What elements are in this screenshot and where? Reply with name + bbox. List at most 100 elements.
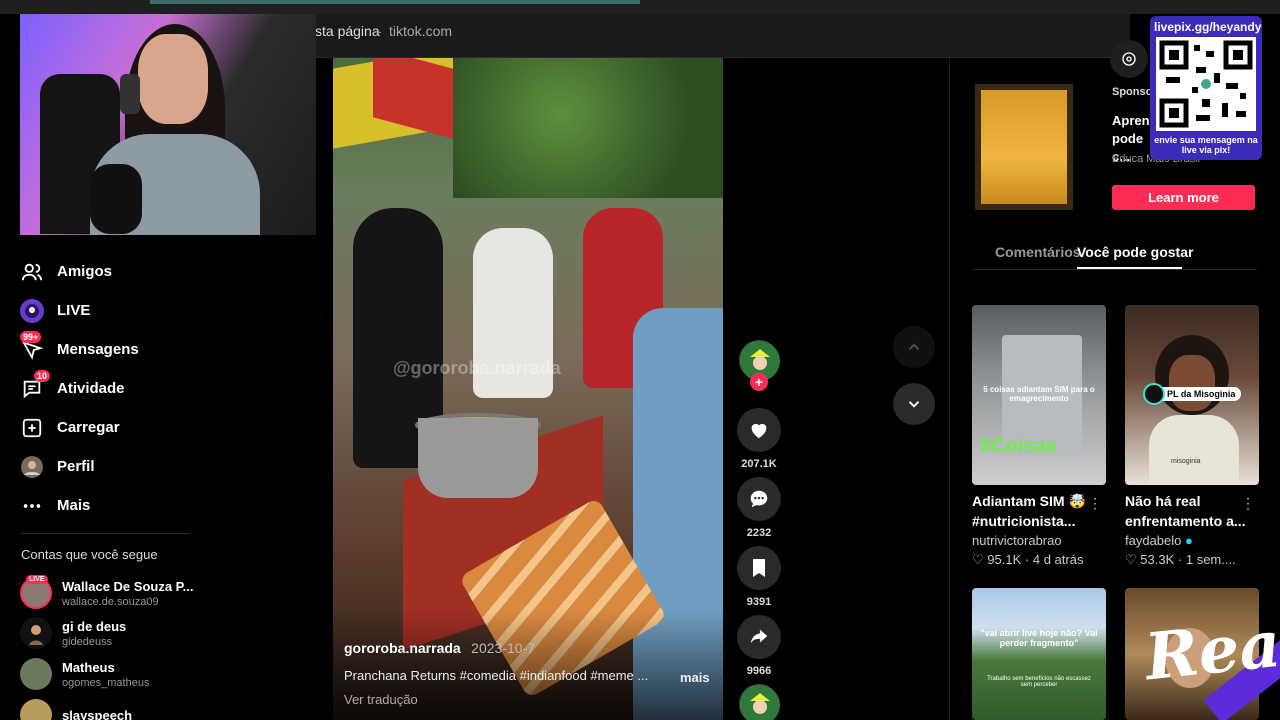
heart-outline-icon: ♡ — [972, 552, 984, 567]
sidebar-item-label: Perfil — [57, 458, 95, 475]
video-scene-trees — [453, 58, 723, 198]
more-icon — [18, 492, 46, 520]
tab-domain: tiktok.com — [389, 23, 453, 39]
thumbnail-caption: misoginia — [1171, 458, 1201, 465]
video-thumbnail[interactable]: 5 coisas adiantam SIM para o emagrecimen… — [972, 305, 1106, 485]
video-date: 2023-10-7 — [471, 640, 535, 656]
account-name: slayspeech — [62, 707, 133, 720]
video-author[interactable]: faydabelo ● — [1125, 533, 1259, 548]
upload-icon — [18, 414, 46, 442]
bookmark-icon[interactable] — [737, 546, 781, 590]
video-watermark: @gororoba.narrada — [393, 358, 561, 378]
suggested-video-card[interactable]: PL da Misoginia misoginia Não há real en… — [1125, 305, 1259, 568]
account-handle: ogomes_matheus — [62, 676, 150, 689]
heart-icon[interactable] — [737, 408, 781, 452]
address-bar-fragment[interactable] — [150, 0, 640, 4]
column-divider — [949, 58, 950, 720]
avatar — [20, 658, 52, 690]
sidebar-item-label: Amigos — [57, 263, 113, 280]
account-name: Matheus — [62, 659, 115, 675]
account-name: Wallace De Souza P... — [62, 578, 194, 594]
caption-more-link[interactable]: mais — [680, 670, 710, 685]
video-thumbnail[interactable]: PL da Misoginia misoginia — [1125, 305, 1259, 485]
livepix-subtitle: envie sua mensagem na live via pix! — [1154, 135, 1258, 155]
sidebar-item-label: Atividade — [57, 380, 125, 397]
thumbnail-subtext: Trabalho sem benefícios não escassez sem… — [987, 676, 1091, 688]
sound-avatar[interactable] — [739, 684, 780, 720]
account-handle: gidedeuss — [62, 635, 113, 648]
thumbnail-text: "vai abrir live hoje não? Vai perder fra… — [980, 628, 1098, 648]
video-meta: gororoba.narrada 2023-10-7 Pranchana Ret… — [344, 640, 714, 707]
browser-tab-strip: sta página - tiktok.com — [315, 14, 1130, 58]
comment-action[interactable]: 2232 — [737, 477, 781, 539]
following-title: Contas que você segue — [21, 547, 158, 562]
video-thumbnail[interactable]: "vai abrir live hoje não? Vai perder fra… — [972, 588, 1106, 720]
tab-comments[interactable]: Comentários — [995, 244, 1081, 260]
headphone — [120, 74, 140, 114]
tab-title[interactable]: sta página — [315, 23, 380, 39]
previous-video-button[interactable] — [893, 326, 935, 368]
sidebar-item-mensagens[interactable]: 99+ Mensagens — [18, 330, 218, 369]
live-badge: LIVE — [26, 575, 48, 584]
following-account[interactable]: Matheus ogomes_matheus — [20, 658, 149, 690]
following-account[interactable]: LIVE Wallace De Souza P... wallace.de.so… — [20, 575, 194, 609]
follow-plus-icon[interactable]: + — [750, 373, 768, 391]
following-account[interactable]: slayspeech — [20, 699, 132, 720]
author-name: faydabelo — [1125, 533, 1182, 548]
sidebar-divider — [20, 533, 190, 534]
sidebar-nav: Amigos LIVE 99+ Mensagens 10 Atividade C… — [18, 252, 218, 525]
chevron-down-icon — [908, 401, 920, 408]
right-panel-tabs: Comentários Você pode gostar — [973, 236, 1257, 270]
active-tab-indicator — [1077, 267, 1182, 269]
heart-outline-icon: ♡ — [1125, 552, 1137, 567]
sidebar-item-live[interactable]: LIVE — [18, 291, 218, 330]
video-author[interactable]: gororoba.narrada — [344, 640, 461, 656]
like-count: 53.3K — [1140, 552, 1175, 567]
comment-icon[interactable] — [737, 477, 781, 521]
sidebar-item-label: Mensagens — [57, 341, 139, 358]
verified-icon: ● — [1185, 533, 1193, 548]
sidebar-item-atividade[interactable]: 10 Atividade — [18, 369, 218, 408]
video-stats: ♡ 95.1K · 4 d atrás — [972, 552, 1084, 567]
ad-music-icon[interactable] — [1110, 40, 1148, 78]
ad-thumbnail[interactable] — [975, 84, 1073, 210]
video-caption: Pranchana Returns #comedia #indianfood #… — [344, 668, 649, 683]
translate-link[interactable]: Ver tradução — [344, 692, 418, 707]
avatar — [20, 699, 52, 720]
sidebar-item-amigos[interactable]: Amigos — [18, 252, 218, 291]
tab-suggestions[interactable]: Você pode gostar — [1077, 244, 1193, 260]
comment-count: 2232 — [746, 527, 772, 539]
share-action[interactable]: 9966 — [737, 615, 781, 677]
next-video-button[interactable] — [893, 383, 935, 425]
video-player[interactable]: @gororoba.narrada — [333, 58, 723, 720]
more-options-icon[interactable]: ⋮ — [1241, 495, 1255, 512]
streamer-webcam — [20, 14, 316, 235]
video-title[interactable]: Não há real enfrentamento a... — [1125, 491, 1247, 531]
sidebar-item-perfil[interactable]: Perfil — [18, 447, 218, 486]
thumb-shirt — [1149, 415, 1239, 485]
more-options-icon[interactable]: ⋮ — [1088, 495, 1102, 512]
video-title[interactable]: Adiantam SIM 🤯 #nutricionista... — [972, 491, 1094, 531]
sidebar-item-label: LIVE — [57, 302, 91, 319]
sidebar-item-carregar[interactable]: Carregar — [18, 408, 218, 447]
sidebar-item-mais[interactable]: Mais — [18, 486, 218, 525]
thumbnail-text: 5 coisas adiantam SIM para o emagrecimen… — [983, 385, 1095, 403]
browser-top-bar — [0, 0, 1280, 14]
like-count: 207.1K — [741, 458, 777, 470]
share-icon[interactable] — [737, 615, 781, 659]
profile-avatar — [18, 453, 46, 481]
account-name: gi de deus — [62, 618, 127, 634]
like-action[interactable]: 207.1K — [737, 408, 781, 470]
video-author[interactable]: nutrivictorabrao — [972, 533, 1106, 548]
video-stats: ♡ 53.3K · 1 sem.... — [1125, 552, 1236, 567]
learn-more-button[interactable]: Learn more — [1112, 185, 1255, 210]
video-age: 1 sem.... — [1185, 552, 1236, 567]
messages-badge: 99+ — [20, 331, 42, 343]
suggested-video-card[interactable]: "vai abrir live hoje não? Vai perder fra… — [972, 588, 1106, 720]
save-action[interactable]: 9391 — [737, 546, 781, 608]
activity-badge: 10 — [34, 370, 51, 382]
livepix-overlay: livepix.gg/heyandy envie sua mensagem na… — [1150, 16, 1262, 160]
tiktok-logo-icon — [1143, 383, 1165, 405]
suggested-video-card[interactable]: 5 coisas adiantam SIM para o emagrecimen… — [972, 305, 1106, 568]
following-account[interactable]: gi de deus gidedeuss — [20, 617, 126, 649]
